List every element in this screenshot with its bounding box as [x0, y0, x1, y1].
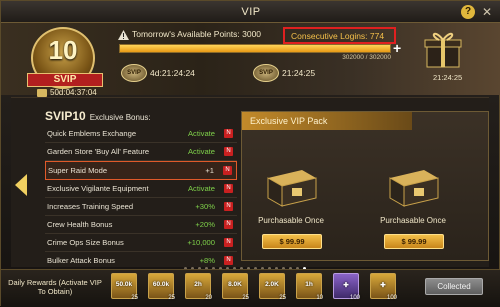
reward-quantity: 10 [316, 295, 323, 301]
new-badge: N [224, 147, 233, 157]
bonus-name: Super Raid Mode [48, 166, 108, 176]
reward-item[interactable]: 1h 10 [296, 273, 323, 301]
bonus-name: Quick Emblems Exchange [47, 129, 137, 138]
reward-quantity: 25 [279, 295, 286, 301]
reward-item[interactable]: 60.0k 25 [148, 273, 175, 301]
consecutive-logins: Consecutive Logins: 774 [291, 31, 385, 41]
bonus-value: Activate [187, 183, 215, 193]
svip-ribbon: SVIP [27, 73, 103, 87]
bonus-value: +1 [205, 166, 214, 176]
buy-pack-button[interactable]: $ 99.99 [384, 234, 444, 249]
vip-progress-text: 302000 / 302000 [342, 54, 391, 61]
window-title: VIP [1, 1, 500, 23]
reward-amount: 2h [194, 281, 202, 288]
reward-item[interactable]: ✚ 100 [333, 273, 360, 301]
svip-level: 10 [48, 35, 78, 65]
bonus-value: Activate [187, 129, 215, 138]
new-badge: N [224, 219, 233, 229]
add-points-button[interactable]: + [393, 41, 401, 55]
bonus-row: Increases Training Speed +30% N [45, 198, 237, 216]
vip-window: VIP ? ✕ 10 SVIP 50d:04:37:04 Tomorrow's … [0, 0, 500, 307]
bonus-list: Quick Emblems Exchange Activate N Garden S… [45, 125, 237, 271]
reward-quantity: 20 [205, 295, 212, 301]
tier-timer-2: SVIP 21:24:25 [253, 64, 315, 86]
bonus-value: +20% [195, 219, 215, 229]
pack-purchase-limit: Purchasable Once [380, 216, 446, 225]
new-badge: N [224, 201, 233, 211]
tier-time: 21:24:25 [282, 68, 316, 78]
reward-quantity: 100 [349, 295, 360, 301]
reward-item[interactable]: ✚ 100 [370, 273, 397, 301]
bonus-heading: SVIP10 Exclusive Bonus: [45, 109, 151, 123]
reward-amount: 2.0K [265, 281, 279, 288]
puzzle-piece-icon: ✚ [380, 282, 386, 289]
reward-amount: 50.0k [115, 281, 133, 288]
available-points: Tomorrow's Available Points: 3000 [132, 29, 262, 39]
new-badge: N [224, 183, 233, 193]
bonus-name: Exclusive Vigilante Equipment [47, 183, 149, 193]
tier-time: 4d:21:24:24 [150, 68, 195, 78]
bonus-subtitle: Exclusive Bonus: [89, 113, 151, 122]
bonus-row-selected[interactable]: Super Raid Mode +1 N [45, 161, 237, 180]
pack-purchase-limit: Purchasable Once [258, 216, 324, 225]
reward-item[interactable]: 2h 20 [185, 273, 212, 301]
bonus-level: SVIP10 [45, 109, 86, 123]
vip-chest-icon [389, 170, 439, 207]
reward-quantity: 100 [386, 295, 397, 301]
bonus-row: Crime Ops Size Bonus +10,000 N [45, 234, 237, 253]
reward-quantity: 25 [242, 295, 249, 301]
puzzle-piece-icon: ✚ [343, 282, 349, 289]
help-icon[interactable]: ? [461, 5, 475, 19]
new-badge: N [224, 238, 233, 248]
bonus-value: Activate [187, 147, 215, 157]
reward-item[interactable]: 2.0K 25 [259, 273, 286, 301]
ticket-icon [37, 88, 47, 97]
bonus-name: Crew Health Bonus [47, 219, 113, 229]
bonus-row: Crew Health Bonus +20% N [45, 216, 237, 235]
tier-timer-1: SVIP 4d:21:24:24 [121, 64, 195, 86]
bonus-value: +30% [195, 201, 215, 211]
svip-emblem-icon: SVIP [253, 64, 279, 82]
reward-quantity: 25 [168, 295, 175, 301]
reward-item[interactable]: 8.0K 25 [222, 273, 249, 301]
reward-item[interactable]: 50.0k 25 [111, 273, 138, 301]
vip-chest-icon [267, 170, 317, 207]
new-badge: N [224, 129, 233, 138]
svip-timer-text: 50d:04:37:04 [50, 88, 97, 97]
close-icon[interactable]: ✕ [481, 6, 493, 18]
bonus-name: Crime Ops Size Bonus [47, 238, 124, 248]
bonus-name: Bulker Attack Bonus [47, 256, 115, 266]
gift-box-icon[interactable] [421, 29, 465, 69]
gift-timer: 21:24:25 [433, 73, 463, 82]
warning-icon [118, 30, 129, 40]
previous-level-arrow-icon[interactable] [13, 174, 29, 196]
bonus-row: Garden Store 'Buy All' Feature Activate N [45, 143, 237, 162]
vip-pack-panel: Exclusive VIP Pack Purchasable Once $ 99… [241, 111, 489, 261]
svip-emblem-icon: SVIP [121, 64, 147, 82]
collected-button[interactable]: Collected [425, 278, 483, 295]
bonus-row: Exclusive Vigilante Equipment Activate N [45, 180, 237, 198]
bonus-value: +10,000 [187, 238, 215, 248]
reward-amount: 1h [305, 281, 313, 288]
daily-rewards-label: Daily Rewards (Activate VIP To Obtain) [8, 278, 102, 296]
bonus-name: Increases Training Speed [47, 201, 134, 211]
reward-amount: 8.0K [228, 281, 242, 288]
vip-pack-title: Exclusive VIP Pack [242, 112, 412, 130]
reward-quantity: 25 [131, 295, 138, 301]
svip-badge: 10 SVIP [27, 27, 103, 89]
vip-progress-bar [119, 44, 391, 53]
vip-progress-fill [120, 45, 390, 52]
reward-amount: 60.0k [152, 281, 170, 288]
new-badge: N [223, 166, 232, 176]
bonus-name: Garden Store 'Buy All' Feature [47, 147, 150, 157]
svip-timer: 50d:04:37:04 [37, 88, 97, 97]
bonus-row: Quick Emblems Exchange Activate N [45, 125, 237, 144]
buy-pack-button[interactable]: $ 99.99 [262, 234, 322, 249]
